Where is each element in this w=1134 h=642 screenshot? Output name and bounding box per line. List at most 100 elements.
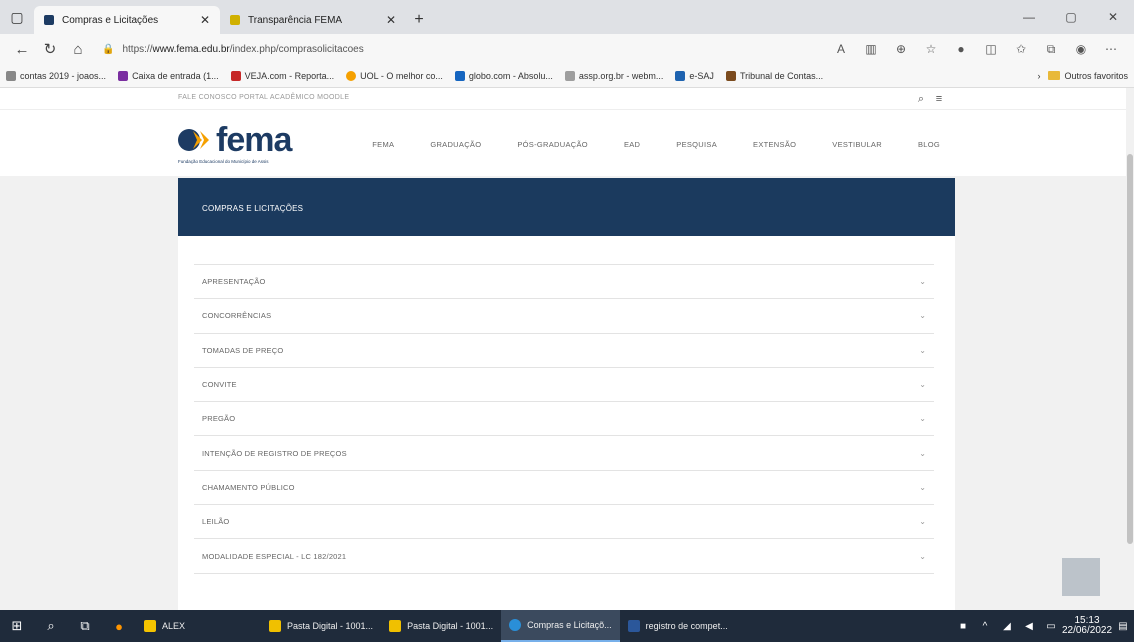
read-aloud-icon[interactable]: A bbox=[826, 37, 856, 61]
top-utility-bar: FALE CONOSCO PORTAL ACADÊMICO MOODLE ⌕ ≡ bbox=[0, 88, 1126, 110]
notifications-icon[interactable]: ▤ bbox=[1112, 621, 1134, 632]
nav-item-pos-graduacao[interactable]: PÓS-GRADUAÇÃO bbox=[517, 140, 588, 149]
firefox-icon[interactable]: ● bbox=[102, 610, 136, 642]
address-bar-row: ← ↻ ⌂ 🔒 https://www.fema.edu.br/index.ph… bbox=[0, 34, 1134, 64]
close-tab-icon[interactable]: ✕ bbox=[200, 13, 210, 27]
system-tray: ■ ^ ◢ ◀ ▭ 15:13 22/06/2022 ▤ bbox=[952, 610, 1134, 642]
new-tab-icon[interactable]: + bbox=[406, 6, 432, 34]
folder-icon bbox=[269, 620, 282, 632]
nav-item-fema[interactable]: FEMA bbox=[372, 140, 394, 149]
favorite-label: VEJA.com - Reporta... bbox=[244, 70, 335, 81]
nav-item-blog[interactable]: BLOG bbox=[918, 140, 940, 149]
main-nav: FEMA GRADUAÇÃO PÓS-GRADUAÇÃO EAD PESQUIS… bbox=[336, 140, 940, 149]
taskbar-app[interactable]: Compras e Licitaçõ... bbox=[501, 610, 620, 642]
accordion-item-modalidade-especial[interactable]: MODALIDADE ESPECIAL - LC 182/2021 ⌄ bbox=[194, 539, 934, 574]
nav-item-vestibular[interactable]: VESTIBULAR bbox=[832, 140, 882, 149]
favorite-item[interactable]: Tribunal de Contas... bbox=[725, 70, 824, 81]
favorite-item[interactable]: contas 2019 - joaos... bbox=[6, 70, 106, 81]
keyboard-icon[interactable]: ▭ bbox=[1040, 621, 1062, 632]
chevron-up-icon[interactable]: ^ bbox=[974, 621, 996, 632]
utility-links[interactable]: FALE CONOSCO PORTAL ACADÊMICO MOODLE bbox=[178, 94, 349, 101]
browser-tab-strip: ▢ Compras e Licitações ✕ Transparência F… bbox=[0, 0, 1134, 34]
tab-label: Compras e Licitações bbox=[62, 14, 159, 26]
more-menu-icon[interactable]: ⋯ bbox=[1096, 37, 1126, 61]
profile-icon[interactable]: ◉ bbox=[1066, 37, 1096, 61]
url-host: www.fema.edu.br bbox=[152, 43, 230, 55]
url-path: /index.php/comprasolicitacoes bbox=[229, 43, 364, 55]
tab-actions-icon[interactable]: ▢ bbox=[0, 0, 34, 34]
collections-icon[interactable]: ⧉ bbox=[1036, 37, 1066, 61]
back-to-top-button[interactable] bbox=[1062, 558, 1100, 596]
favorite-star-icon[interactable]: ☆ bbox=[916, 37, 946, 61]
favorite-icon bbox=[346, 70, 357, 81]
accordion-item-chamamento-publico[interactable]: CHAMAMENTO PÚBLICO ⌄ bbox=[194, 471, 934, 506]
refresh-icon[interactable]: ↻ bbox=[36, 36, 64, 62]
web-page: FALE CONOSCO PORTAL ACADÊMICO MOODLE ⌕ ≡… bbox=[0, 88, 1126, 610]
windows-start-icon[interactable]: ⊞ bbox=[0, 610, 34, 642]
favorite-item[interactable]: Caixa de entrada (1... bbox=[118, 70, 219, 81]
accordion-item-apresentacao[interactable]: APRESENTAÇÃO ⌄ bbox=[194, 265, 934, 300]
menu-icon[interactable]: ≡ bbox=[930, 91, 948, 107]
other-favorites[interactable]: › Outros favoritos bbox=[1037, 71, 1128, 81]
close-tab-icon[interactable]: ✕ bbox=[386, 13, 396, 27]
favorites-icon[interactable]: ✩ bbox=[1006, 37, 1036, 61]
scrollbar-thumb[interactable] bbox=[1127, 154, 1133, 544]
favorite-item[interactable]: globo.com - Absolu... bbox=[454, 70, 553, 81]
nav-item-ead[interactable]: EAD bbox=[624, 140, 640, 149]
accordion-item-intencao-registro[interactable]: INTENÇÃO DE REGISTRO DE PREÇOS ⌄ bbox=[194, 436, 934, 471]
tray-app-icon[interactable]: ■ bbox=[952, 621, 974, 632]
accordion-label: LEILÃO bbox=[202, 517, 230, 527]
chevron-down-icon: ⌄ bbox=[919, 277, 926, 287]
url-field[interactable]: 🔒 https://www.fema.edu.br/index.php/comp… bbox=[102, 37, 702, 61]
window-controls: — ▢ ✕ bbox=[1008, 0, 1134, 34]
favorite-icon bbox=[454, 70, 465, 81]
favorite-label: Tribunal de Contas... bbox=[739, 70, 824, 81]
minimize-icon[interactable]: — bbox=[1008, 0, 1050, 34]
accordion-item-pregao[interactable]: PREGÃO ⌄ bbox=[194, 402, 934, 437]
immersive-reader-icon[interactable]: ▥ bbox=[856, 37, 886, 61]
search-icon[interactable]: ⌕ bbox=[34, 610, 68, 642]
site-logo[interactable]: fema bbox=[178, 118, 292, 162]
clock[interactable]: 15:13 22/06/2022 bbox=[1062, 616, 1112, 636]
split-screen-icon[interactable]: ◫ bbox=[976, 37, 1006, 61]
taskbar-app[interactable]: Pasta Digital - 1001... bbox=[381, 610, 501, 642]
favorite-icon bbox=[564, 70, 575, 81]
maximize-icon[interactable]: ▢ bbox=[1050, 0, 1092, 34]
network-icon[interactable]: ◢ bbox=[996, 621, 1018, 632]
chevron-down-icon: ⌄ bbox=[919, 345, 926, 355]
tab-compras[interactable]: Compras e Licitações ✕ bbox=[34, 6, 220, 34]
favorite-label: Caixa de entrada (1... bbox=[132, 70, 219, 81]
accordion-label: CONVITE bbox=[202, 380, 237, 390]
accordion: APRESENTAÇÃO ⌄ CONCORRÊNCIAS ⌄ TOMADAS DE … bbox=[194, 264, 934, 574]
favorite-item[interactable]: e-SAJ bbox=[675, 70, 714, 81]
favorite-item[interactable]: VEJA.com - Reporta... bbox=[230, 70, 335, 81]
favorite-item[interactable]: assp.org.br - webm... bbox=[564, 70, 663, 81]
search-icon[interactable]: ⌕ bbox=[912, 91, 930, 107]
extension-icon[interactable]: ● bbox=[946, 37, 976, 61]
nav-item-extensao[interactable]: EXTENSÃO bbox=[753, 140, 796, 149]
close-window-icon[interactable]: ✕ bbox=[1092, 0, 1134, 34]
accordion-label: CHAMAMENTO PÚBLICO bbox=[202, 482, 295, 492]
zoom-icon[interactable]: ⊕ bbox=[886, 37, 916, 61]
favorites-bar: contas 2019 - joaos... Caixa de entrada … bbox=[0, 64, 1134, 88]
favorite-icon bbox=[6, 70, 16, 81]
chevron-right-icon[interactable]: › bbox=[1037, 71, 1040, 81]
tab-transparencia[interactable]: Transparência FEMA ✕ bbox=[220, 6, 406, 34]
accordion-item-concorrencias[interactable]: CONCORRÊNCIAS ⌄ bbox=[194, 299, 934, 334]
accordion-item-convite[interactable]: CONVITE ⌄ bbox=[194, 368, 934, 403]
home-icon[interactable]: ⌂ bbox=[64, 36, 92, 62]
task-view-icon[interactable]: ⧉ bbox=[68, 610, 102, 642]
favorite-label: e-SAJ bbox=[689, 70, 714, 81]
taskbar-app[interactable]: ALEX bbox=[136, 610, 193, 642]
page-scrollbar[interactable] bbox=[1126, 88, 1134, 610]
taskbar-app-label: registro de compet... bbox=[645, 621, 728, 631]
back-icon[interactable]: ← bbox=[8, 36, 36, 62]
volume-icon[interactable]: ◀ bbox=[1018, 621, 1040, 632]
nav-item-graduacao[interactable]: GRADUAÇÃO bbox=[430, 140, 481, 149]
taskbar-app[interactable]: Pasta Digital - 1001... bbox=[261, 610, 381, 642]
nav-item-pesquisa[interactable]: PESQUISA bbox=[676, 140, 717, 149]
taskbar-app[interactable]: registro de compet... bbox=[620, 610, 736, 642]
favorite-item[interactable]: UOL - O melhor co... bbox=[346, 70, 443, 81]
accordion-item-leilao[interactable]: LEILÃO ⌄ bbox=[194, 505, 934, 540]
accordion-item-tomadas-de-preco[interactable]: TOMADAS DE PREÇO ⌄ bbox=[194, 334, 934, 368]
